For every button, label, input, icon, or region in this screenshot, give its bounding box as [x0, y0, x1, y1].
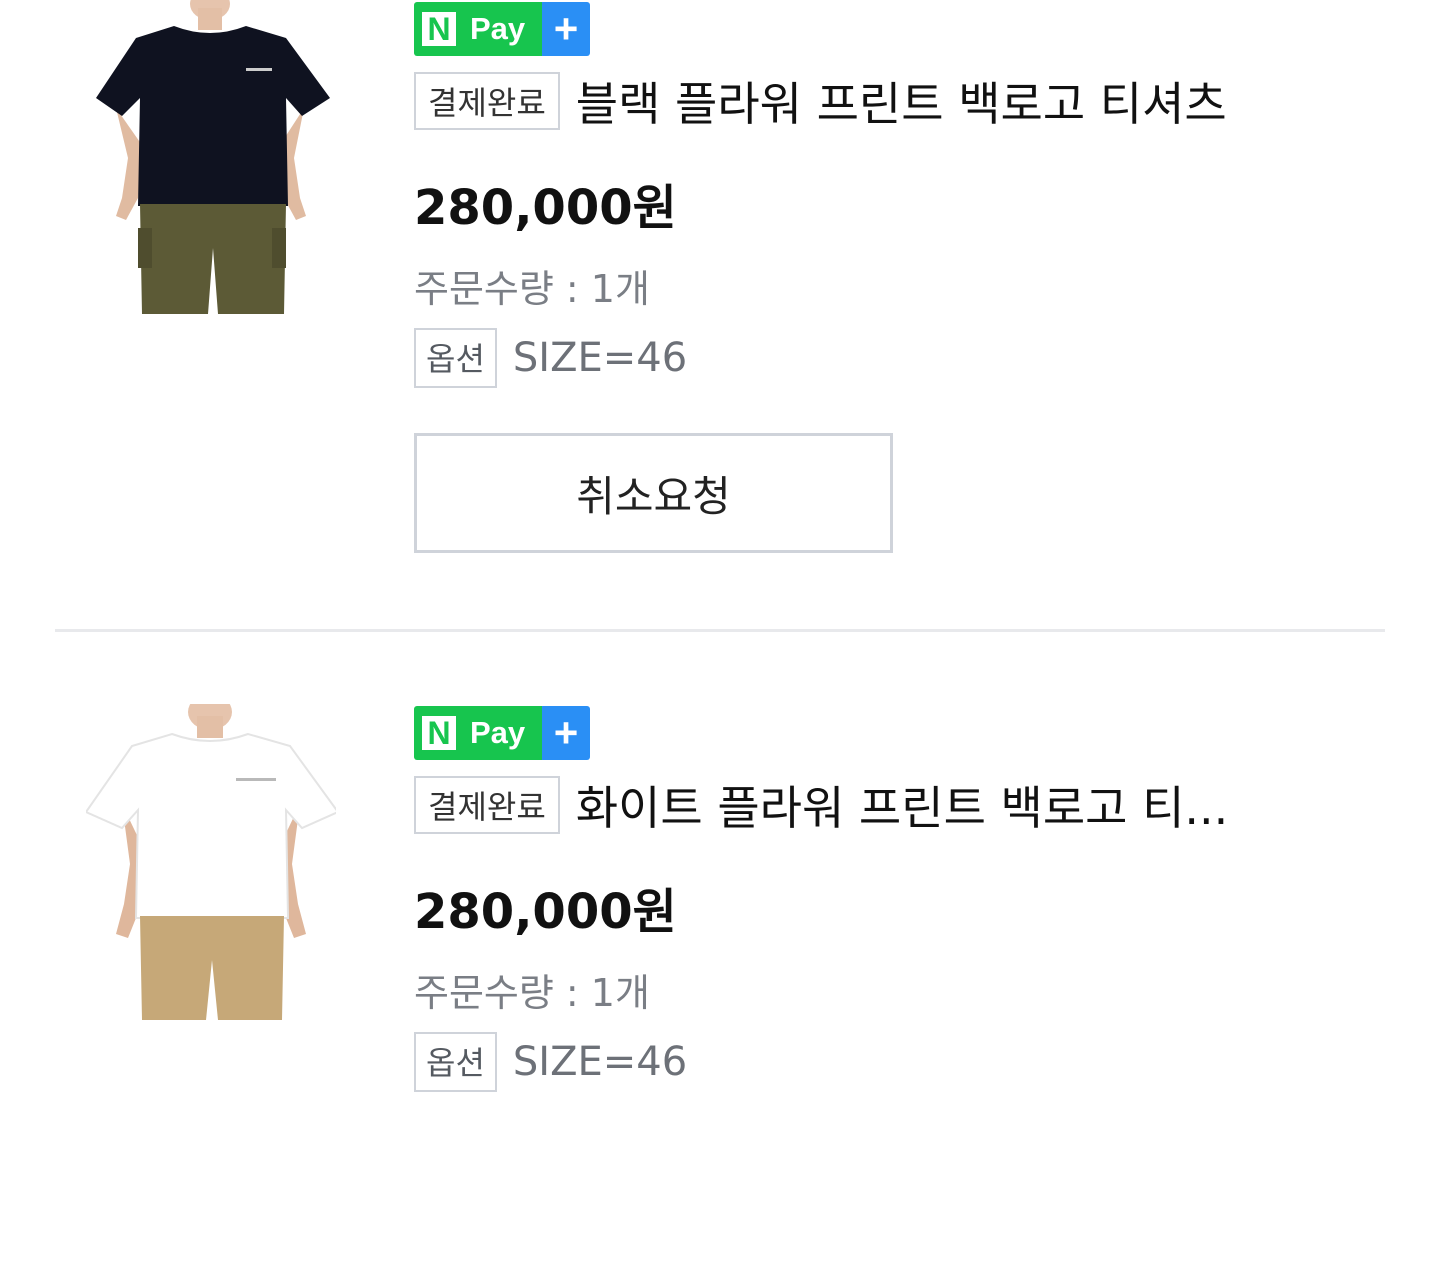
- order-quantity: 주문수량 : 1개: [414, 267, 650, 311]
- status-title-row: 결제완료 블랙 플라워 프린트 백로고 티셔츠: [414, 68, 1404, 134]
- product-price: 280,000원: [414, 884, 677, 940]
- status-title-row: 결제완료 화이트 플라워 프린트 백로고 티...: [414, 772, 1404, 838]
- npay-green-segment: N Pay: [414, 2, 542, 56]
- product-title[interactable]: 블랙 플라워 프린트 백로고 티셔츠: [576, 68, 1404, 134]
- status-badge: 결제완료: [414, 72, 560, 130]
- option-label: 옵션: [414, 1032, 497, 1092]
- npay-n-logo: N: [422, 716, 456, 750]
- option-label: 옵션: [414, 328, 497, 388]
- npay-pay-label: Pay: [470, 715, 526, 750]
- option-row: 옵션 SIZE=46: [414, 1032, 687, 1092]
- npay-n-logo: N: [422, 12, 456, 46]
- product-price: 280,000원: [414, 180, 677, 236]
- npay-pay-label: Pay: [470, 11, 526, 46]
- product-title[interactable]: 화이트 플라워 프린트 백로고 티...: [576, 772, 1404, 838]
- npay-plus-badge: N Pay +: [414, 2, 590, 56]
- plus-icon: +: [542, 2, 590, 56]
- product-image-black-tshirt[interactable]: [86, 0, 336, 314]
- order-quantity: 주문수량 : 1개: [414, 971, 650, 1015]
- status-badge: 결제완료: [414, 776, 560, 834]
- cancel-request-button[interactable]: 취소요청: [414, 433, 893, 553]
- option-row: 옵션 SIZE=46: [414, 328, 687, 388]
- npay-plus-badge: N Pay +: [414, 706, 590, 760]
- option-value: SIZE=46: [512, 1039, 688, 1085]
- option-value: SIZE=46: [512, 335, 688, 381]
- plus-icon: +: [542, 706, 590, 760]
- order-divider: [55, 629, 1385, 632]
- product-image-white-tshirt[interactable]: [86, 704, 336, 1020]
- order-item-2: N Pay + 결제완료 화이트 플라워 프린트 백로고 티... 280,00…: [0, 704, 1440, 1264]
- npay-green-segment: N Pay: [414, 706, 542, 760]
- order-item-1: N Pay + 결제완료 블랙 플라워 프린트 백로고 티셔츠 280,000원…: [0, 0, 1440, 560]
